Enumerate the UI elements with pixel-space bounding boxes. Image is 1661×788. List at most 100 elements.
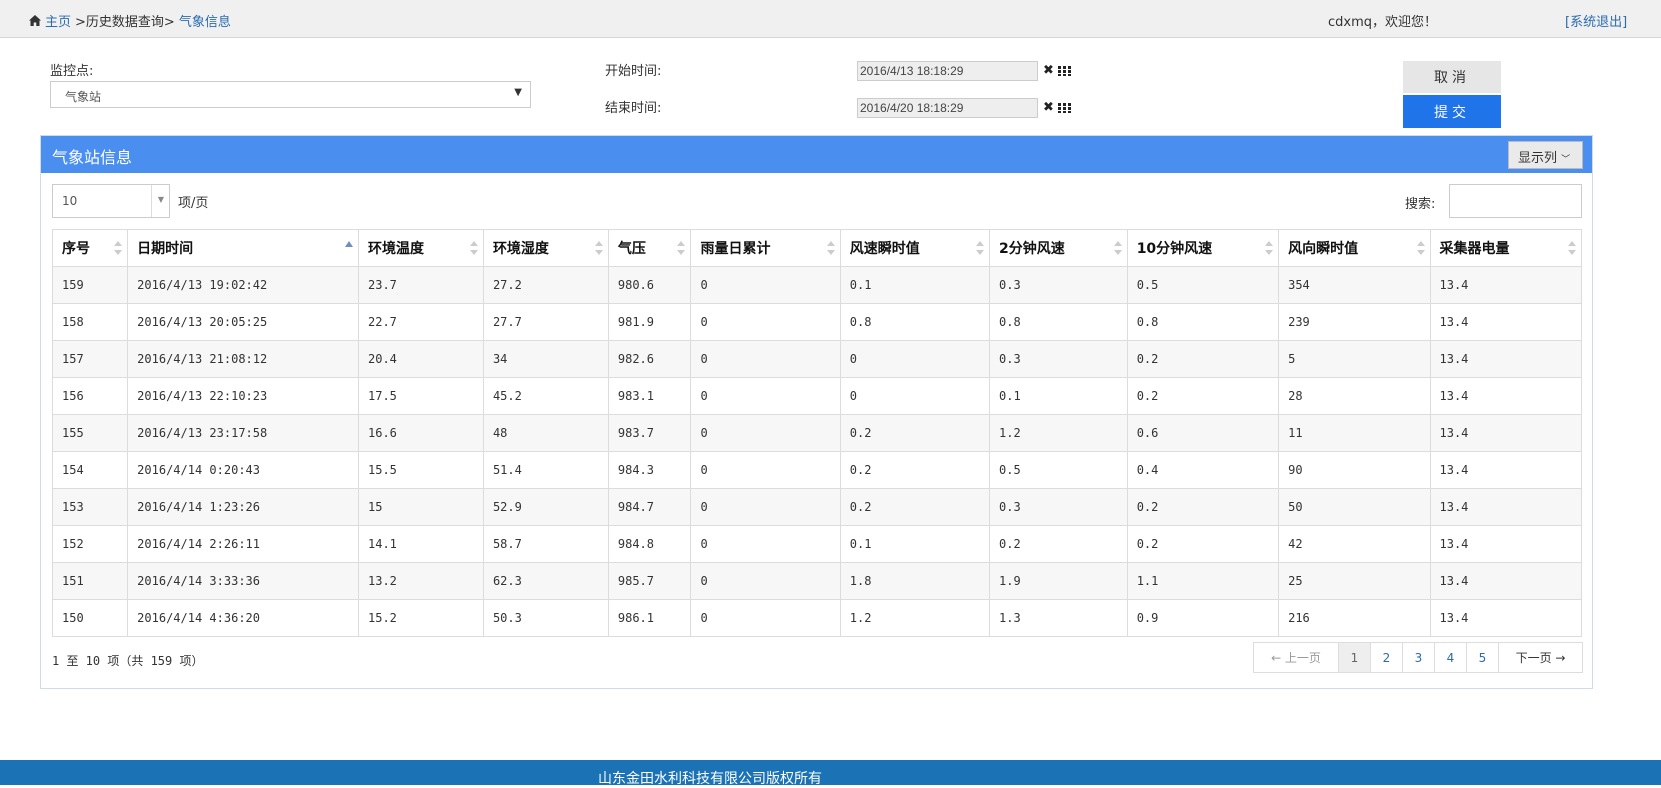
table-cell: 2016/4/13 21:08:12 xyxy=(127,340,359,378)
table-cell: 0.2 xyxy=(839,451,991,489)
page-button-3[interactable]: 3 xyxy=(1402,643,1434,672)
table-cell: 216 xyxy=(1278,599,1431,637)
table-cell: 0.2 xyxy=(839,414,991,452)
table-cell: 0 xyxy=(690,562,841,600)
breadcrumb-home-label[interactable]: 主页 xyxy=(45,11,71,30)
table-cell: 1.2 xyxy=(989,414,1128,452)
search-label: 搜索: xyxy=(1405,197,1436,212)
table-cell: 0.2 xyxy=(1126,488,1280,526)
table-cell: 1.1 xyxy=(1126,562,1280,600)
table-cell: 2016/4/13 22:10:23 xyxy=(127,377,359,415)
table-cell: 983.1 xyxy=(607,377,692,415)
caret-down-icon: ▼ xyxy=(514,87,522,98)
table-cell: 1.9 xyxy=(989,562,1128,600)
next-page-button[interactable]: 下一页 → xyxy=(1498,643,1582,672)
table-cell: 42 xyxy=(1278,525,1431,563)
column-header-label: 环境温度 xyxy=(368,241,424,257)
page-button-4[interactable]: 4 xyxy=(1434,643,1466,672)
sort-both-icon xyxy=(469,241,478,255)
clear-end-icon[interactable]: ✖ xyxy=(1043,100,1054,115)
table-cell: 154 xyxy=(51,451,129,489)
table-cell: 153 xyxy=(51,488,129,526)
table-cell: 0 xyxy=(839,340,991,378)
table-cell: 27.2 xyxy=(482,266,609,304)
column-header[interactable]: 2分钟风速 xyxy=(989,229,1128,267)
column-header[interactable]: 气压 xyxy=(607,229,692,267)
sort-both-icon xyxy=(1113,241,1122,255)
breadcrumb-home-link[interactable]: 主页 xyxy=(29,11,71,30)
column-header[interactable]: 风向瞬时值 xyxy=(1278,229,1431,267)
pagination: ← 上一页 1 2 3 4 5 下一页 → xyxy=(1253,642,1583,673)
column-header[interactable]: 日期时间 xyxy=(127,229,359,267)
sort-ascending-icon xyxy=(345,241,353,247)
table-cell: 14.1 xyxy=(358,525,484,563)
table-cell: 22.7 xyxy=(358,303,484,341)
table-cell: 50 xyxy=(1278,488,1431,526)
prev-page-button[interactable]: ← 上一页 xyxy=(1254,643,1338,672)
logout-link[interactable]: [系统退出] xyxy=(1565,11,1627,30)
table-cell: 15 xyxy=(358,488,484,526)
table-cell: 0.8 xyxy=(839,303,991,341)
table-cell: 152 xyxy=(51,525,129,563)
table-row: 155 2016/4/13 23:17:58 16.6 48 983.7 0 0.2 1.2 0… xyxy=(51,414,1582,452)
table-cell: 0.3 xyxy=(989,340,1128,378)
column-header-label: 序号 xyxy=(62,241,90,257)
table-row: 150 2016/4/14 4:36:20 15.2 50.3 986.1 0 1.2 1.3… xyxy=(51,599,1582,637)
table-cell: 51.4 xyxy=(482,451,609,489)
show-columns-button[interactable]: 显示列 ﹀ xyxy=(1508,141,1583,169)
table-cell: 0.5 xyxy=(1126,266,1280,304)
sort-both-icon xyxy=(1416,241,1425,255)
search-input[interactable] xyxy=(1449,184,1582,218)
page-size-select[interactable]: 10 ▼ xyxy=(52,184,170,218)
table-cell: 52.9 xyxy=(482,488,609,526)
table-cell: 0 xyxy=(690,340,841,378)
submit-button[interactable]: 提交 xyxy=(1403,95,1501,128)
table-cell: 151 xyxy=(51,562,129,600)
end-time-input[interactable]: 2016/4/20 18:18:29 xyxy=(857,98,1038,118)
breadcrumb-middle: >历史数据查询> xyxy=(75,15,175,30)
table-cell: 354 xyxy=(1278,266,1431,304)
calendar-start-icon[interactable] xyxy=(1058,66,1071,76)
table-cell: 0 xyxy=(690,488,841,526)
table-cell: 15.2 xyxy=(358,599,484,637)
table-cell: 15.5 xyxy=(358,451,484,489)
column-header[interactable]: 雨量日累计 xyxy=(690,229,841,267)
column-header-label: 10分钟风速 xyxy=(1136,241,1213,257)
table-cell: 0.2 xyxy=(1126,525,1280,563)
sort-both-icon xyxy=(1265,241,1274,255)
table-cell: 150 xyxy=(51,599,129,637)
table-cell: 28 xyxy=(1278,377,1431,415)
column-header[interactable]: 环境温度 xyxy=(358,229,484,267)
table-cell: 13.4 xyxy=(1429,303,1582,341)
table-cell: 1.2 xyxy=(839,599,991,637)
column-header-label: 环境湿度 xyxy=(492,241,549,257)
clear-start-icon[interactable]: ✖ xyxy=(1043,63,1054,78)
page-button-1[interactable]: 1 xyxy=(1338,643,1370,672)
table-cell: 13.2 xyxy=(358,562,484,600)
table-cell: 13.4 xyxy=(1429,562,1582,600)
page-button-2[interactable]: 2 xyxy=(1370,643,1402,672)
station-select[interactable]: 气象站 ▼ xyxy=(50,81,531,108)
table-cell: 48 xyxy=(482,414,609,452)
sort-both-icon xyxy=(594,241,603,255)
table-cell: 0.1 xyxy=(989,377,1128,415)
column-header[interactable]: 序号 xyxy=(51,229,129,267)
page-size-value: 10 xyxy=(62,194,78,208)
cancel-button[interactable]: 取消 xyxy=(1403,61,1501,93)
table-cell: 0.2 xyxy=(989,525,1128,563)
column-header[interactable]: 风速瞬时值 xyxy=(839,229,991,267)
column-header[interactable]: 10分钟风速 xyxy=(1126,229,1280,267)
page-button-5[interactable]: 5 xyxy=(1466,643,1498,672)
table-cell: 0.3 xyxy=(989,266,1128,304)
table-cell: 985.7 xyxy=(607,562,692,600)
table-cell: 62.3 xyxy=(482,562,609,600)
table-cell: 0.9 xyxy=(1126,599,1280,637)
table-cell: 90 xyxy=(1278,451,1431,489)
table-cell: 0 xyxy=(690,377,841,415)
column-header[interactable]: 采集器电量 xyxy=(1429,229,1582,267)
column-header[interactable]: 环境湿度 xyxy=(482,229,609,267)
table-cell: 0.4 xyxy=(1126,451,1280,489)
calendar-end-icon[interactable] xyxy=(1058,103,1071,113)
table-cell: 155 xyxy=(51,414,129,452)
start-time-input[interactable]: 2016/4/13 18:18:29 xyxy=(857,61,1038,81)
